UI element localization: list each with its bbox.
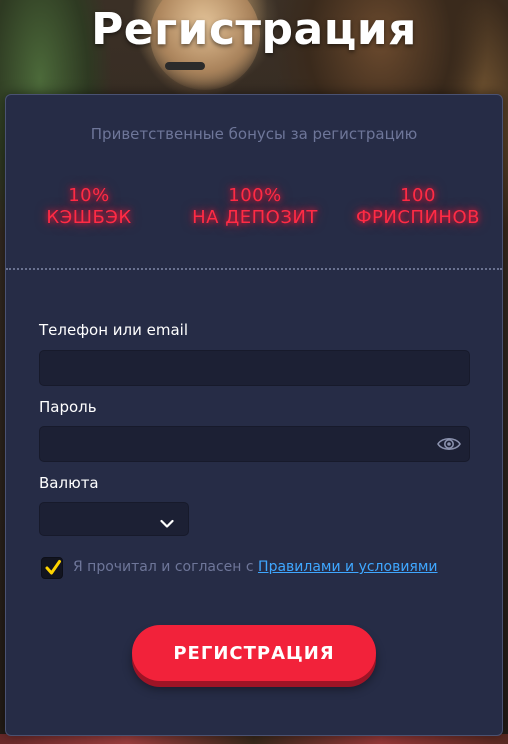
register-button[interactable]: РЕГИСТРАЦИЯ <box>132 625 376 681</box>
bonus-value: 100 <box>400 185 436 206</box>
bonus-cashback: 10% КЭШБЭК <box>44 185 134 229</box>
terms-checkbox[interactable] <box>41 557 63 579</box>
password-label: Пароль <box>39 398 97 416</box>
check-icon <box>44 559 62 577</box>
eye-icon[interactable] <box>437 434 461 454</box>
chevron-down-icon <box>160 514 174 528</box>
bonus-value: 100% <box>228 185 282 206</box>
terms-link[interactable]: Правилами и условиями <box>258 559 437 575</box>
dotted-divider <box>6 268 502 270</box>
background-character-choker <box>165 62 205 70</box>
registration-card: Приветственные бонусы за регистрацию 10%… <box>5 94 503 736</box>
login-input[interactable] <box>39 350 470 386</box>
page-title: Регистрация <box>91 4 417 55</box>
bonus-caption: Приветственные бонусы за регистрацию <box>90 125 418 143</box>
bonus-deposit: 100% НА ДЕПОЗИТ <box>180 185 330 229</box>
bonus-freespins: 100 ФРИСПИНОВ <box>342 185 494 229</box>
login-label: Телефон или email <box>39 321 189 339</box>
currency-select[interactable] <box>39 502 189 536</box>
terms-prefix: Я прочитал и согласен с <box>73 559 259 575</box>
bonus-label: КЭШБЭК <box>46 207 132 228</box>
bonus-value: 10% <box>68 185 110 206</box>
currency-label: Валюта <box>39 474 99 492</box>
password-input[interactable] <box>39 426 470 462</box>
bonus-label: НА ДЕПОЗИТ <box>192 207 318 228</box>
terms-text: Я прочитал и согласен с Правилами и усло… <box>73 559 438 575</box>
bonus-list: 10% КЭШБЭК 100% НА ДЕПОЗИТ 100 ФРИСПИНОВ <box>6 185 502 235</box>
bonus-label: ФРИСПИНОВ <box>356 207 480 228</box>
